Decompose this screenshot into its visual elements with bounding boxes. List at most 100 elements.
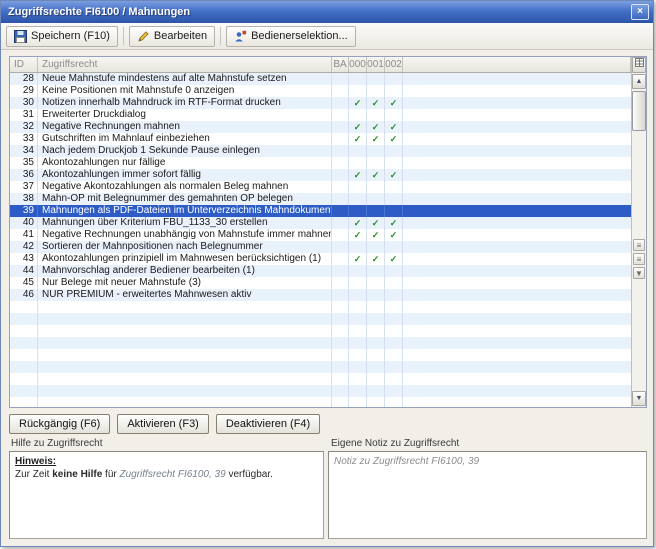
check-cell-ba[interactable] bbox=[332, 253, 349, 265]
check-cell-000[interactable]: ✓ bbox=[349, 169, 367, 181]
table-row-empty[interactable] bbox=[10, 325, 631, 337]
check-cell-001[interactable] bbox=[367, 193, 385, 205]
table-row[interactable]: 29Keine Positionen mit Mahnstufe 0 anzei… bbox=[10, 85, 631, 97]
check-cell-ba[interactable] bbox=[332, 133, 349, 145]
check-cell-ba[interactable] bbox=[332, 121, 349, 133]
check-cell-001[interactable] bbox=[367, 73, 385, 85]
table-row[interactable]: 43Akontozahlungen prinzipiell im Mahnwes… bbox=[10, 253, 631, 265]
check-cell-002[interactable]: ✓ bbox=[385, 253, 403, 265]
table-row-selected[interactable]: 39Mahnungen als PDF-Dateien im Unterverz… bbox=[10, 205, 631, 217]
grid-option-button-3[interactable]: ▼ bbox=[633, 267, 645, 279]
check-cell-002[interactable] bbox=[385, 289, 403, 301]
note-panel[interactable]: Notiz zu Zugriffsrecht FI6100, 39 bbox=[328, 451, 647, 539]
check-cell-001[interactable] bbox=[367, 109, 385, 121]
check-cell-000[interactable]: ✓ bbox=[349, 229, 367, 241]
check-cell-002[interactable] bbox=[385, 109, 403, 121]
table-row-empty[interactable] bbox=[10, 337, 631, 349]
check-cell-001[interactable] bbox=[367, 289, 385, 301]
check-cell-002[interactable] bbox=[385, 241, 403, 253]
check-cell-000[interactable]: ✓ bbox=[349, 253, 367, 265]
check-cell-002[interactable] bbox=[385, 85, 403, 97]
check-cell-002[interactable] bbox=[385, 277, 403, 289]
check-cell-ba[interactable] bbox=[332, 265, 349, 277]
save-button[interactable]: Speichern (F10) bbox=[6, 26, 118, 47]
check-cell-ba[interactable] bbox=[332, 73, 349, 85]
table-row[interactable]: 38Mahn-OP mit Belegnummer des gemahnten … bbox=[10, 193, 631, 205]
check-cell-001[interactable] bbox=[367, 181, 385, 193]
check-cell-000[interactable] bbox=[349, 109, 367, 121]
table-row[interactable]: 35Akontozahlungen nur fällige bbox=[10, 157, 631, 169]
table-row[interactable]: 33Gutschriften im Mahnlauf einbeziehen✓✓… bbox=[10, 133, 631, 145]
table-row[interactable]: 41Negative Rechnungen unabhängig von Mah… bbox=[10, 229, 631, 241]
table-row[interactable]: 45Nur Belege mit neuer Mahnstufe (3) bbox=[10, 277, 631, 289]
check-cell-001[interactable] bbox=[367, 145, 385, 157]
check-cell-002[interactable]: ✓ bbox=[385, 217, 403, 229]
check-cell-ba[interactable] bbox=[332, 217, 349, 229]
check-cell-001[interactable]: ✓ bbox=[367, 217, 385, 229]
deactivate-button[interactable]: Deaktivieren (F4) bbox=[216, 414, 320, 434]
check-cell-001[interactable] bbox=[367, 205, 385, 217]
check-cell-001[interactable]: ✓ bbox=[367, 169, 385, 181]
check-cell-001[interactable] bbox=[367, 277, 385, 289]
check-cell-ba[interactable] bbox=[332, 289, 349, 301]
check-cell-000[interactable]: ✓ bbox=[349, 217, 367, 229]
activate-button[interactable]: Aktivieren (F3) bbox=[117, 414, 209, 434]
check-cell-001[interactable] bbox=[367, 157, 385, 169]
check-cell-000[interactable]: ✓ bbox=[349, 97, 367, 109]
check-cell-001[interactable] bbox=[367, 241, 385, 253]
column-header-001[interactable]: 001 bbox=[367, 57, 385, 72]
column-header-002[interactable]: 002 bbox=[385, 57, 403, 72]
table-row[interactable]: 46NUR PREMIUM - erweitertes Mahnwesen ak… bbox=[10, 289, 631, 301]
table-row-empty[interactable] bbox=[10, 361, 631, 373]
check-cell-001[interactable]: ✓ bbox=[367, 253, 385, 265]
check-cell-ba[interactable] bbox=[332, 193, 349, 205]
check-cell-001[interactable]: ✓ bbox=[367, 229, 385, 241]
check-cell-002[interactable]: ✓ bbox=[385, 133, 403, 145]
column-header-ba[interactable]: BA bbox=[332, 57, 349, 72]
grid-option-button-1[interactable]: ≡ bbox=[633, 239, 645, 251]
table-row[interactable]: 40Mahnungen über Kriterium FBU_1133_30 e… bbox=[10, 217, 631, 229]
check-cell-000[interactable] bbox=[349, 73, 367, 85]
check-cell-ba[interactable] bbox=[332, 145, 349, 157]
column-chooser-button[interactable] bbox=[632, 57, 646, 73]
check-cell-ba[interactable] bbox=[332, 277, 349, 289]
table-row[interactable]: 36Akontozahlungen immer sofort fällig✓✓✓ bbox=[10, 169, 631, 181]
check-cell-ba[interactable] bbox=[332, 85, 349, 97]
table-row-empty[interactable] bbox=[10, 313, 631, 325]
table-row[interactable]: 34Nach jedem Druckjob 1 Sekunde Pause ei… bbox=[10, 145, 631, 157]
check-cell-000[interactable] bbox=[349, 241, 367, 253]
check-cell-001[interactable]: ✓ bbox=[367, 97, 385, 109]
check-cell-002[interactable] bbox=[385, 205, 403, 217]
check-cell-002[interactable]: ✓ bbox=[385, 229, 403, 241]
check-cell-002[interactable]: ✓ bbox=[385, 121, 403, 133]
table-row[interactable]: 44Mahnvorschlag anderer Bediener bearbei… bbox=[10, 265, 631, 277]
undo-button[interactable]: Rückgängig (F6) bbox=[9, 414, 110, 434]
check-cell-002[interactable] bbox=[385, 181, 403, 193]
table-row[interactable]: 37Negative Akontozahlungen als normalen … bbox=[10, 181, 631, 193]
check-cell-002[interactable] bbox=[385, 193, 403, 205]
table-row-empty[interactable] bbox=[10, 373, 631, 385]
check-cell-000[interactable] bbox=[349, 157, 367, 169]
check-cell-000[interactable] bbox=[349, 277, 367, 289]
table-row[interactable]: 31Erweiterter Druckdialog bbox=[10, 109, 631, 121]
check-cell-002[interactable]: ✓ bbox=[385, 97, 403, 109]
check-cell-000[interactable] bbox=[349, 181, 367, 193]
check-cell-ba[interactable] bbox=[332, 205, 349, 217]
check-cell-001[interactable]: ✓ bbox=[367, 133, 385, 145]
check-cell-000[interactable]: ✓ bbox=[349, 121, 367, 133]
table-row-empty[interactable] bbox=[10, 385, 631, 397]
table-row[interactable]: 28Neue Mahnstufe mindestens auf alte Mah… bbox=[10, 73, 631, 85]
scroll-down-button[interactable]: ▼ bbox=[632, 391, 646, 406]
grid-option-button-2[interactable]: ≡ bbox=[633, 253, 645, 265]
scrollbar-thumb[interactable] bbox=[632, 91, 646, 131]
column-header-000[interactable]: 000 bbox=[349, 57, 367, 72]
check-cell-002[interactable] bbox=[385, 73, 403, 85]
check-cell-ba[interactable] bbox=[332, 157, 349, 169]
check-cell-001[interactable]: ✓ bbox=[367, 121, 385, 133]
check-cell-000[interactable]: ✓ bbox=[349, 133, 367, 145]
table-row-empty[interactable] bbox=[10, 397, 631, 407]
vertical-scrollbar[interactable]: ▲ ≡ ≡ ▼ ▼ bbox=[631, 57, 646, 407]
check-cell-000[interactable] bbox=[349, 145, 367, 157]
operator-selection-button[interactable]: Bedienerselektion... bbox=[226, 26, 356, 47]
table-row[interactable]: 30Notizen innerhalb Mahndruck im RTF-For… bbox=[10, 97, 631, 109]
